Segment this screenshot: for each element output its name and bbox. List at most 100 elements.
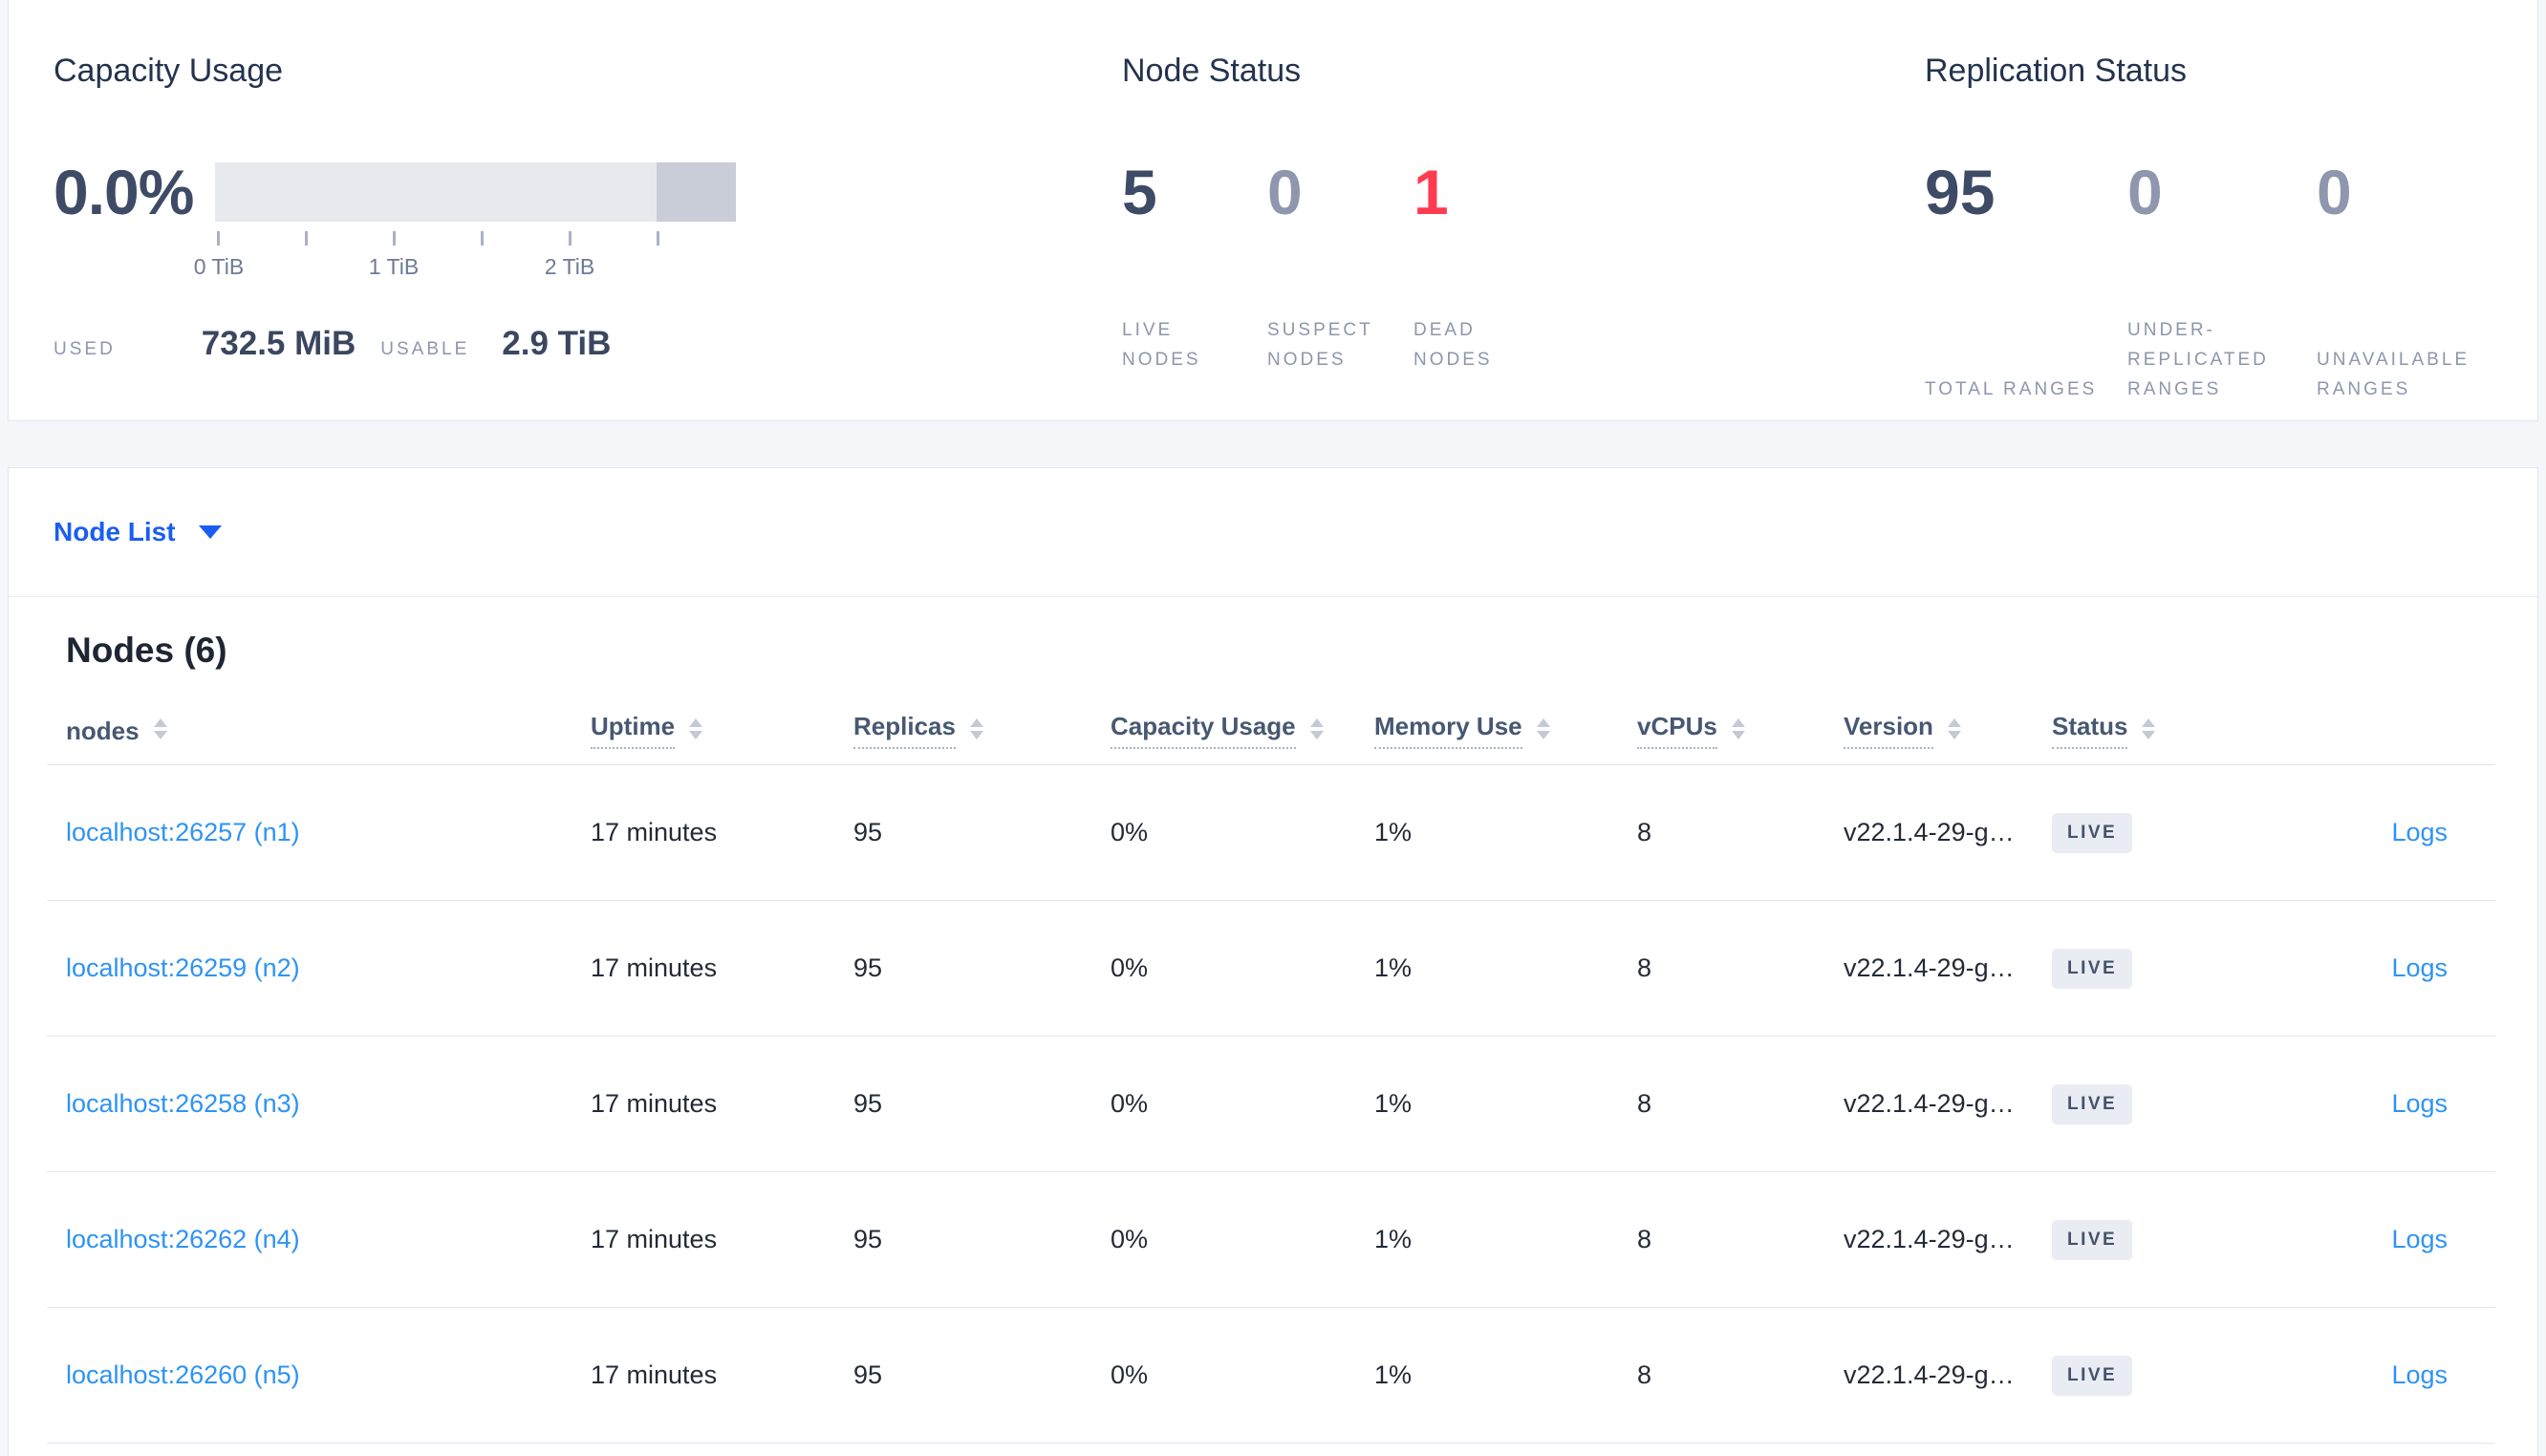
capacity-usage-cell: 0% xyxy=(1111,1225,1149,1253)
uptime-cell: 17 minutes xyxy=(591,818,718,846)
status-badge: LIVE xyxy=(2052,948,2133,989)
replicas-cell: 95 xyxy=(853,1089,883,1118)
sort-icon xyxy=(153,717,167,739)
nodes-card: Node List Nodes (6) nodes Uptime Replica… xyxy=(8,467,2538,1456)
logs-link[interactable]: Logs xyxy=(2391,1089,2448,1118)
sort-icon xyxy=(2142,717,2156,739)
suspect-nodes-label: SUSPECT NODES xyxy=(1267,320,1373,370)
nodes-section-title: Nodes (6) xyxy=(66,631,227,670)
column-header-status[interactable]: Status xyxy=(2052,712,2256,749)
capacity-tick-label-1: 1 TiB xyxy=(368,254,420,279)
unavailable-ranges-label: UNAVAILABLE RANGES xyxy=(2317,350,2470,399)
node-address-link[interactable]: localhost:26259 (n2) xyxy=(66,953,300,982)
capacity-axis-tick xyxy=(217,231,220,246)
live-nodes-value: 5 xyxy=(1122,157,1157,227)
column-header-nodes[interactable]: nodes xyxy=(66,717,591,745)
version-cell: v22.1.4-29-g… xyxy=(1844,818,2015,846)
version-cell: v22.1.4-29-g… xyxy=(1844,1089,2015,1118)
node-status-title: Node Status xyxy=(1122,53,1302,89)
capacity-usage-title: Capacity Usage xyxy=(54,53,284,89)
suspect-nodes-value: 0 xyxy=(1267,157,1303,227)
replication-status-panel: Replication Status 95 0 0 TOTAL RANGES U… xyxy=(1925,0,2536,404)
uptime-cell: 17 minutes xyxy=(591,1360,718,1389)
capacity-usage-cell: 0% xyxy=(1111,953,1149,982)
capacity-usage-cell: 0% xyxy=(1111,818,1149,846)
sort-icon xyxy=(1947,717,1961,739)
memory-use-cell: 1% xyxy=(1374,1089,1413,1118)
usable-label: USABLE xyxy=(380,339,470,359)
capacity-percent-value: 0.0% xyxy=(54,157,194,227)
vcpus-cell: 8 xyxy=(1637,818,1652,846)
column-header-version[interactable]: Version xyxy=(1844,712,2052,749)
version-cell: v22.1.4-29-g… xyxy=(1844,1360,2015,1389)
table-row: localhost:26259 (n2) 17 minutes 95 0% 1%… xyxy=(47,901,2495,1037)
dead-nodes-value: 1 xyxy=(1413,157,1449,227)
uptime-cell: 17 minutes xyxy=(591,1089,718,1118)
under-replicated-ranges-label: UNDER-REPLICATED RANGES xyxy=(2127,320,2269,399)
replication-status-title: Replication Status xyxy=(1925,53,2188,89)
logs-link[interactable]: Logs xyxy=(2391,1360,2448,1389)
status-badge: LIVE xyxy=(2052,1355,2133,1396)
capacity-usage-cell: 0% xyxy=(1111,1089,1149,1118)
nodes-table-body: localhost:26257 (n1) 17 minutes 95 0% 1%… xyxy=(47,765,2495,1444)
node-address-link[interactable]: localhost:26262 (n4) xyxy=(66,1225,300,1253)
table-row: localhost:26257 (n1) 17 minutes 95 0% 1%… xyxy=(47,765,2495,901)
uptime-cell: 17 minutes xyxy=(591,953,718,982)
vcpus-cell: 8 xyxy=(1637,1089,1652,1118)
column-header-uptime[interactable]: Uptime xyxy=(591,712,853,749)
column-header-memory-use[interactable]: Memory Use xyxy=(1374,712,1637,749)
sort-icon xyxy=(1536,717,1550,739)
sort-icon xyxy=(689,717,703,739)
table-row: localhost:26258 (n3) 17 minutes 95 0% 1%… xyxy=(47,1037,2495,1172)
capacity-usage-cell: 0% xyxy=(1111,1360,1149,1389)
total-ranges-label: TOTAL RANGES xyxy=(1925,379,2098,399)
node-address-link[interactable]: localhost:26257 (n1) xyxy=(66,818,300,846)
logs-link[interactable]: Logs xyxy=(2391,1225,2448,1253)
under-replicated-ranges-value: 0 xyxy=(2127,157,2163,227)
column-header-replicas[interactable]: Replicas xyxy=(853,712,1111,749)
node-address-link[interactable]: localhost:26258 (n3) xyxy=(66,1089,300,1118)
memory-use-cell: 1% xyxy=(1374,1360,1413,1389)
capacity-tick-label-0: 0 TiB xyxy=(193,254,245,279)
chevron-down-icon xyxy=(198,525,222,539)
view-selector-bar: Node List xyxy=(9,468,2537,597)
usable-value: 2.9 TiB xyxy=(502,325,612,362)
node-address-link[interactable]: localhost:26260 (n5) xyxy=(66,1360,300,1389)
uptime-cell: 17 minutes xyxy=(591,1225,718,1253)
vcpus-cell: 8 xyxy=(1637,953,1652,982)
vcpus-cell: 8 xyxy=(1637,1225,1652,1253)
nodes-table: nodes Uptime Replicas Capacity Usage Mem… xyxy=(47,696,2495,1444)
vcpus-cell: 8 xyxy=(1637,1360,1652,1389)
used-value: 732.5 MiB xyxy=(201,325,356,362)
sort-icon xyxy=(1309,717,1324,739)
capacity-bar-usable-segment xyxy=(215,162,657,222)
cluster-summary-card: Capacity Usage 0.0% 0 TiB 1 TiB 2 TiB US… xyxy=(8,0,2538,421)
capacity-usage-panel: Capacity Usage 0.0% 0 TiB 1 TiB 2 TiB US… xyxy=(54,0,1086,363)
node-status-panel: Node Status 5 0 1 LIVE NODES SUSPECT NOD… xyxy=(1122,0,1887,375)
replicas-cell: 95 xyxy=(853,1360,883,1389)
table-row: localhost:26260 (n5) 17 minutes 95 0% 1%… xyxy=(47,1308,2495,1444)
node-list-dropdown[interactable]: Node List xyxy=(54,517,222,547)
logs-link[interactable]: Logs xyxy=(2391,818,2448,846)
version-cell: v22.1.4-29-g… xyxy=(1844,1225,2015,1253)
capacity-axis-tick xyxy=(569,231,572,246)
memory-use-cell: 1% xyxy=(1374,953,1413,982)
live-nodes-label: LIVE NODES xyxy=(1122,320,1201,370)
capacity-axis-tick xyxy=(305,231,308,246)
replicas-cell: 95 xyxy=(853,818,883,846)
replicas-cell: 95 xyxy=(853,953,883,982)
status-badge: LIVE xyxy=(2052,1083,2133,1124)
nodes-table-header: nodes Uptime Replicas Capacity Usage Mem… xyxy=(47,696,2495,765)
status-badge: LIVE xyxy=(2052,812,2133,853)
unavailable-ranges-value: 0 xyxy=(2317,157,2352,227)
version-cell: v22.1.4-29-g… xyxy=(1844,953,2015,982)
sort-icon xyxy=(969,717,983,739)
node-list-dropdown-label: Node List xyxy=(54,517,176,546)
sort-icon xyxy=(1731,717,1745,739)
column-header-capacity-usage[interactable]: Capacity Usage xyxy=(1111,712,1374,749)
column-header-vcpus[interactable]: vCPUs xyxy=(1637,712,1844,749)
capacity-usage-bar: 0 TiB 1 TiB 2 TiB xyxy=(194,162,736,279)
capacity-bar-other-segment xyxy=(657,162,736,222)
memory-use-cell: 1% xyxy=(1374,1225,1413,1253)
logs-link[interactable]: Logs xyxy=(2391,953,2448,982)
